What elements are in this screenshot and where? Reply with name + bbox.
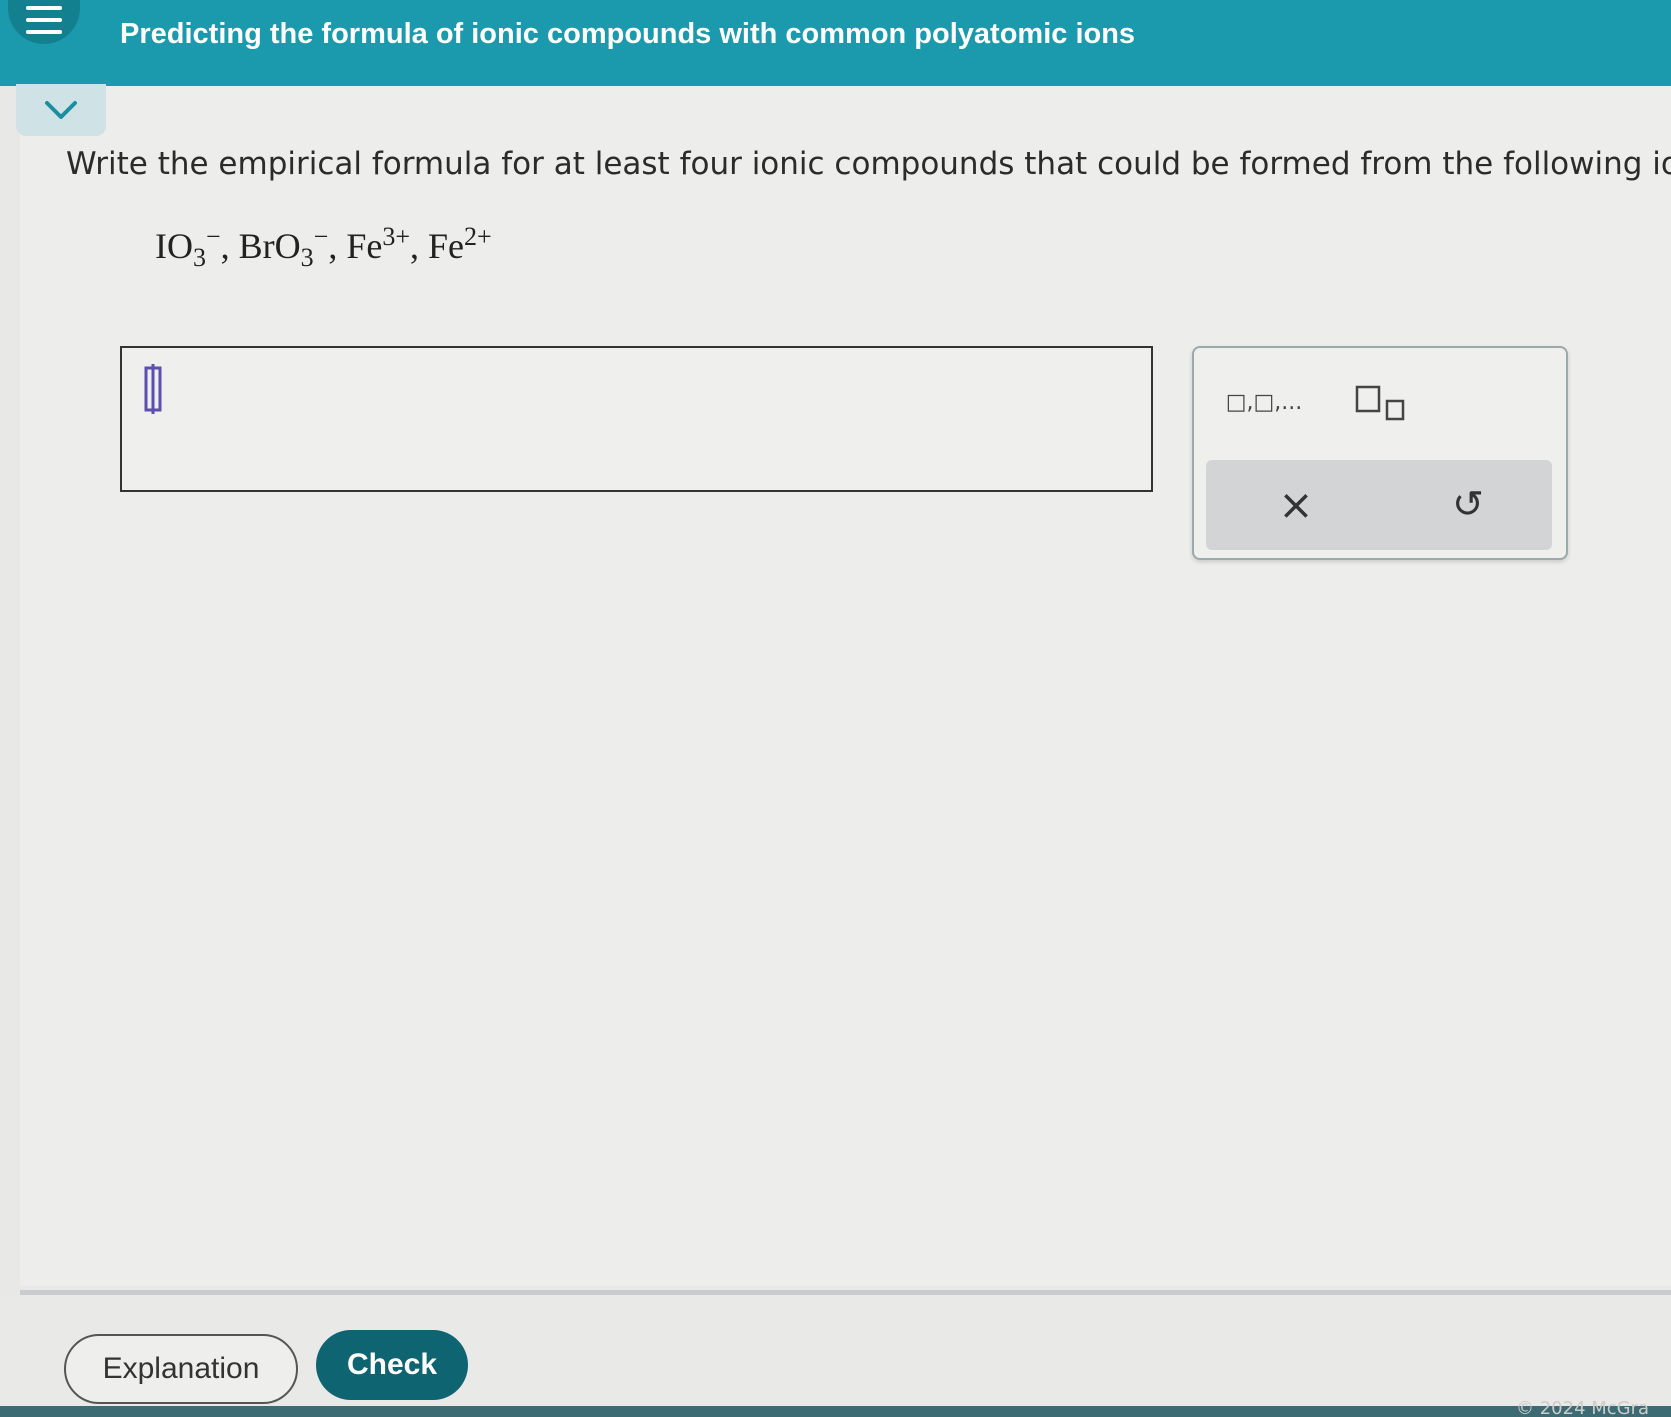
math-tool-palette: □,□,... × ↺ <box>1192 346 1568 560</box>
ion-iron-iii: Fe3+ <box>346 222 411 266</box>
menu-icon-line <box>26 18 62 22</box>
top-header-bar: Predicting the formula of ionic compound… <box>0 0 1671 86</box>
clear-button[interactable]: × <box>1266 474 1326 534</box>
action-bar: × ↺ <box>1206 460 1552 550</box>
menu-icon-line <box>26 6 62 10</box>
undo-button[interactable]: ↺ <box>1438 474 1498 534</box>
ion-list: IO3−, BrO3−, Fe3+, Fe2+ <box>155 222 492 273</box>
close-icon: × <box>1278 479 1314 529</box>
collapse-toggle[interactable] <box>16 84 106 136</box>
chevron-down-icon <box>45 101 77 119</box>
check-button[interactable]: Check <box>316 1330 468 1400</box>
ion-bromate: BrO3− <box>238 222 329 273</box>
undo-icon: ↺ <box>1452 482 1484 526</box>
explanation-label: Explanation <box>102 1352 260 1385</box>
explanation-button[interactable]: Explanation <box>64 1334 298 1404</box>
list-template-button[interactable]: □,□,... <box>1216 382 1312 422</box>
input-cursor-icon <box>144 364 162 414</box>
bottom-strip <box>0 1406 1671 1417</box>
subscript-template-button[interactable] <box>1346 378 1416 428</box>
copyright-text: © 2024 McGra <box>1516 1398 1650 1417</box>
menu-button[interactable] <box>8 0 80 44</box>
ion-iron-ii: Fe2+ <box>428 222 492 266</box>
answer-input[interactable] <box>120 346 1153 492</box>
check-label: Check <box>346 1348 438 1381</box>
list-template-label: □,□,... <box>1225 389 1303 415</box>
subscript-template-icon <box>1355 385 1405 421</box>
page-title: Predicting the formula of ionic compound… <box>120 18 1136 50</box>
menu-icon-line <box>26 30 62 34</box>
question-prompt: Write the empirical formula for at least… <box>66 146 1671 182</box>
ion-iodate: IO3− <box>155 222 221 273</box>
